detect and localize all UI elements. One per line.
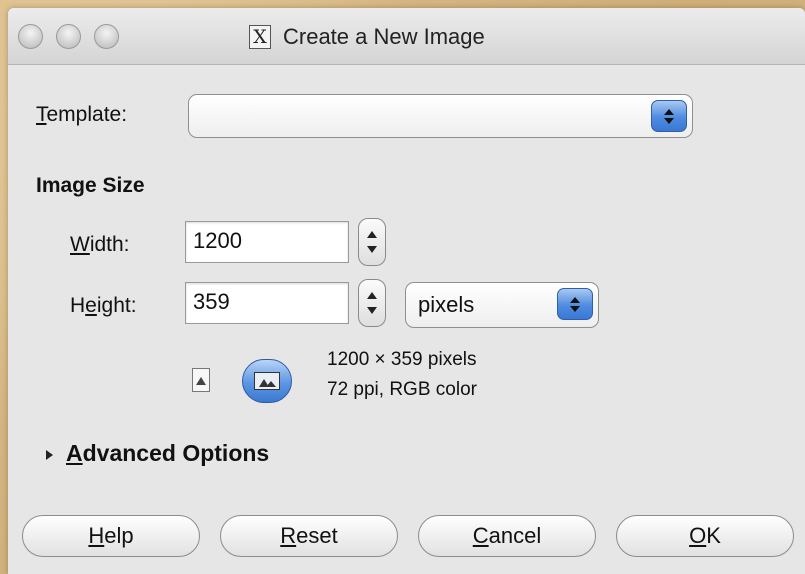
reset-mnemonic: R xyxy=(280,523,297,548)
width-label-text: idth: xyxy=(89,233,130,256)
unit-dropdown-value: pixels xyxy=(418,292,475,317)
advanced-mnemonic: A xyxy=(66,440,83,466)
window-title-group: X Create a New Image xyxy=(249,22,485,52)
height-down-arrow-icon[interactable] xyxy=(367,307,377,314)
image-size-heading: Image Size xyxy=(36,174,145,197)
minimize-window-button[interactable] xyxy=(56,24,81,49)
height-stepper[interactable] xyxy=(358,279,386,327)
height-label: Height: xyxy=(70,294,137,318)
landscape-image-icon xyxy=(254,372,280,390)
width-down-arrow-icon[interactable] xyxy=(367,246,377,253)
cancel-mnemonic: C xyxy=(472,523,489,548)
unit-dropdown[interactable]: pixels xyxy=(405,282,599,328)
cancel-button[interactable]: Cancel xyxy=(418,515,596,557)
template-label-text: emplate: xyxy=(46,103,128,126)
help-mnemonic: H xyxy=(88,523,105,548)
template-dropdown-arrow-icon[interactable] xyxy=(651,100,687,132)
ok-mnemonic: O xyxy=(689,523,707,548)
height-label-text: ight: xyxy=(96,294,137,317)
reset-button-text: eset xyxy=(296,523,338,548)
disclosure-triangle-icon[interactable] xyxy=(46,450,53,460)
create-image-dialog: X Create a New Image Template: Image Siz… xyxy=(8,8,805,574)
template-dropdown[interactable] xyxy=(188,94,693,138)
cancel-button-text: ancel xyxy=(488,523,542,548)
help-button[interactable]: Help xyxy=(22,515,200,557)
window-title: Create a New Image xyxy=(283,24,485,49)
close-window-button[interactable] xyxy=(18,24,43,49)
title-bar[interactable]: X Create a New Image xyxy=(8,8,805,65)
width-up-arrow-icon[interactable] xyxy=(367,231,377,238)
advanced-label-text: dvanced Options xyxy=(82,440,270,466)
template-label: Template: xyxy=(36,103,127,127)
height-input[interactable]: 359 xyxy=(185,282,349,324)
width-stepper[interactable] xyxy=(358,218,386,266)
help-button-text: elp xyxy=(104,523,134,548)
image-resolution-text: 72 ppi, RGB color xyxy=(327,379,477,400)
reset-button[interactable]: Reset xyxy=(220,515,398,557)
x11-icon: X xyxy=(249,25,271,49)
template-label-mnemonic: T xyxy=(36,103,47,126)
ok-button-text: K xyxy=(706,523,721,548)
zoom-window-button[interactable] xyxy=(94,24,119,49)
width-input[interactable]: 1200 xyxy=(185,221,349,263)
portrait-orientation-icon[interactable] xyxy=(192,368,210,392)
image-dimensions-text: 1200 × 359 pixels xyxy=(327,349,477,370)
width-label: Width: xyxy=(70,233,130,257)
height-label-pre: H xyxy=(70,294,86,317)
unit-dropdown-arrow-icon[interactable] xyxy=(557,288,593,320)
advanced-options-toggle[interactable]: Advanced Options xyxy=(66,440,269,467)
ok-button[interactable]: OK xyxy=(616,515,794,557)
height-label-mnemonic: e xyxy=(85,294,97,317)
landscape-orientation-button[interactable] xyxy=(242,359,292,403)
height-up-arrow-icon[interactable] xyxy=(367,292,377,299)
width-label-mnemonic: W xyxy=(70,233,90,256)
